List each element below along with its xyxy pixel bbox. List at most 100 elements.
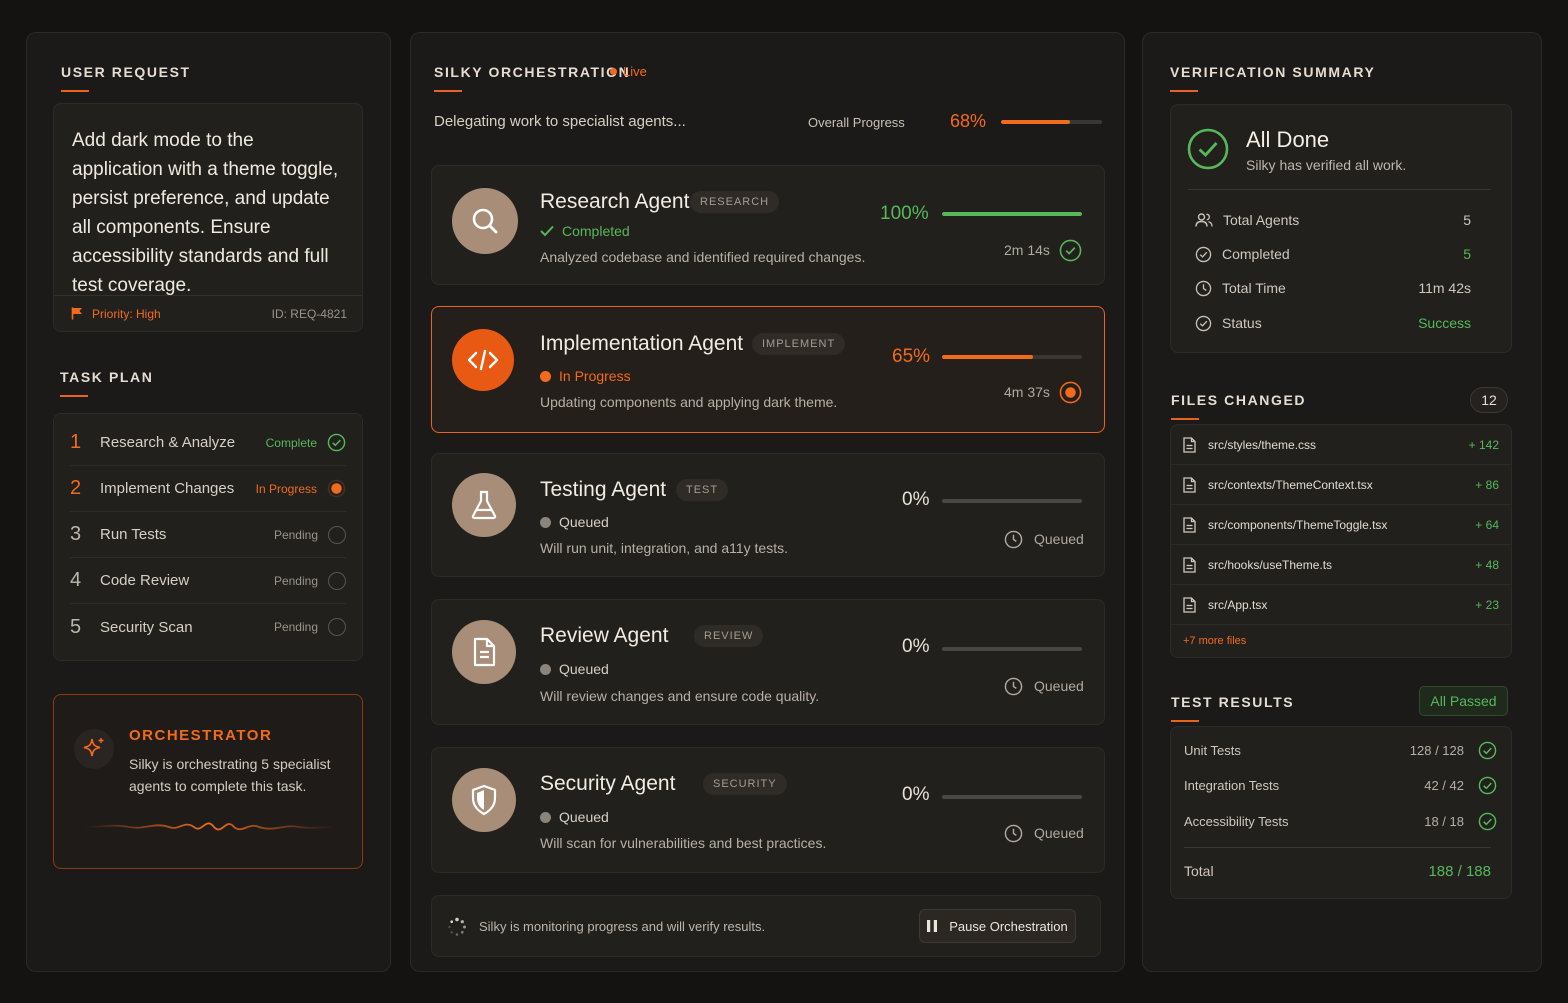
agent-state-label: Queued <box>559 809 609 825</box>
agent-percent: 0% <box>902 489 930 510</box>
file-name: src/hooks/useTheme.ts <box>1208 557 1333 572</box>
flag-icon <box>71 307 82 320</box>
file-delta: + 23 <box>1475 597 1499 612</box>
clock-icon <box>1195 280 1212 296</box>
test-total-label: Total <box>1184 863 1214 879</box>
file-row[interactable]: src/App.tsx + 23 <box>1171 585 1511 625</box>
task-item[interactable]: 1 Research & Analyze Complete <box>70 420 346 466</box>
all-passed-badge: All Passed <box>1419 686 1508 716</box>
test-label: Accessibility Tests <box>1184 813 1289 829</box>
agent-percent: 0% <box>902 784 930 805</box>
clock-icon <box>1004 677 1023 696</box>
check-circle-icon <box>1187 128 1229 170</box>
agent-card-testing[interactable]: Testing Agent TEST Queued Will run unit,… <box>431 453 1105 577</box>
orchestrator-title: ORCHESTRATOR <box>129 727 273 744</box>
agent-name: Security Agent <box>540 772 676 795</box>
test-results-title: TEST RESULTS <box>1171 694 1295 722</box>
pending-circle-icon <box>328 571 346 590</box>
file-name: src/styles/theme.css <box>1208 437 1317 452</box>
agent-progress-fill <box>942 355 1033 359</box>
file-row[interactable]: src/styles/theme.css + 142 <box>1171 425 1511 465</box>
task-item[interactable]: 5 Security Scan Pending <box>70 604 346 650</box>
agent-card-research[interactable]: Research Agent RESEARCH Completed Analyz… <box>431 165 1105 285</box>
test-row: Integration Tests 42 / 42 <box>1184 770 1497 800</box>
file-row[interactable]: src/hooks/useTheme.ts + 48 <box>1171 545 1511 585</box>
orchestration-title: SILKY ORCHESTRATION <box>434 64 631 92</box>
agent-progress-bar <box>942 212 1082 216</box>
agent-card-review[interactable]: Review Agent REVIEW Queued Will review c… <box>431 599 1105 725</box>
agent-avatar <box>452 620 516 684</box>
stat-value: 5 <box>1463 212 1471 228</box>
task-label: Code Review <box>100 572 190 589</box>
file-row[interactable]: src/components/ThemeToggle.tsx + 64 <box>1171 505 1511 545</box>
file-delta: + 48 <box>1475 557 1499 572</box>
stat-value: 5 <box>1463 246 1471 262</box>
agent-avatar <box>452 329 514 391</box>
stat-row: Completed 5 <box>1195 239 1471 269</box>
file-icon <box>1183 516 1196 533</box>
agent-percent: 0% <box>902 636 930 657</box>
agent-name: Implementation Agent <box>540 332 744 355</box>
agent-progress-bar <box>942 795 1082 799</box>
file-row[interactable]: src/contexts/ThemeContext.tsx + 86 <box>1171 465 1511 505</box>
orchestration-footer: Silky is monitoring progress and will ve… <box>431 895 1101 957</box>
files-count-badge: 12 <box>1470 387 1508 413</box>
test-value: 18 / 18 <box>1424 813 1464 829</box>
left-panel: USER REQUEST Add dark mode to the applic… <box>26 32 391 972</box>
agent-card-implementation[interactable]: Implementation Agent IMPLEMENT In Progre… <box>431 306 1105 433</box>
stat-label: Total Agents <box>1223 212 1300 228</box>
in-progress-icon <box>327 479 346 498</box>
in-progress-dot-icon <box>540 370 551 382</box>
request-id: ID: REQ-4821 <box>271 307 347 321</box>
agent-avatar <box>452 768 516 832</box>
agent-card-security[interactable]: Security Agent SECURITY Queued Will scan… <box>431 747 1105 873</box>
file-name: src/App.tsx <box>1208 597 1268 612</box>
monitoring-text: Silky is monitoring progress and will ve… <box>479 919 766 934</box>
task-item[interactable]: 4 Code Review Pending <box>70 558 346 604</box>
verification-headline: All Done <box>1246 127 1330 152</box>
divider <box>1188 189 1491 190</box>
test-label: Integration Tests <box>1184 777 1280 793</box>
agent-avatar <box>452 188 518 254</box>
check-icon <box>540 225 554 237</box>
file-delta: + 64 <box>1475 517 1499 532</box>
check-circle-icon <box>1478 741 1497 759</box>
live-dot-icon <box>610 68 617 75</box>
queued-dot-icon <box>540 516 551 528</box>
stat-label: Status <box>1222 315 1262 331</box>
task-item[interactable]: 2 Implement Changes In Progress <box>70 466 346 512</box>
agent-description: Analyzed codebase and identified require… <box>540 249 866 265</box>
task-number: 5 <box>70 615 82 638</box>
user-request-text: Add dark mode to the application with a … <box>72 130 339 296</box>
task-status: Pending <box>273 527 318 542</box>
check-circle-icon <box>1059 239 1082 262</box>
task-label: Run Tests <box>100 526 167 543</box>
agent-progress-bar <box>942 499 1082 503</box>
file-delta: + 86 <box>1475 477 1499 492</box>
verification-title: VERIFICATION SUMMARY <box>1170 64 1376 92</box>
search-icon <box>472 208 498 234</box>
agent-state: In Progress <box>540 368 631 384</box>
agent-state: Queued <box>540 809 609 825</box>
task-item[interactable]: 3 Run Tests Pending <box>70 512 346 558</box>
test-row: Accessibility Tests 18 / 18 <box>1184 806 1497 836</box>
agent-state: Completed <box>540 223 630 239</box>
more-files-link[interactable]: +7 more files <box>1183 635 1246 647</box>
task-status: Complete <box>265 435 317 450</box>
agent-description: Will review changes and ensure code qual… <box>540 688 820 704</box>
agent-badge: SECURITY <box>703 773 787 795</box>
pause-orchestration-button[interactable]: Pause Orchestration <box>919 909 1076 943</box>
file-name: src/components/ThemeToggle.tsx <box>1208 517 1388 532</box>
task-number: 4 <box>70 569 82 591</box>
agent-progress-fill <box>942 212 1082 216</box>
agent-percent: 100% <box>880 203 929 224</box>
verification-subline: Silky has verified all work. <box>1246 157 1407 173</box>
pause-icon <box>927 920 938 932</box>
agent-name: Research Agent <box>540 190 690 213</box>
stat-row: Status Success <box>1195 308 1471 338</box>
shield-icon <box>471 784 497 816</box>
test-total-value: 188 / 188 <box>1428 862 1491 880</box>
agent-state-label: Completed <box>562 223 630 239</box>
stat-row: Total Agents 5 <box>1195 205 1471 235</box>
document-icon <box>473 637 496 667</box>
